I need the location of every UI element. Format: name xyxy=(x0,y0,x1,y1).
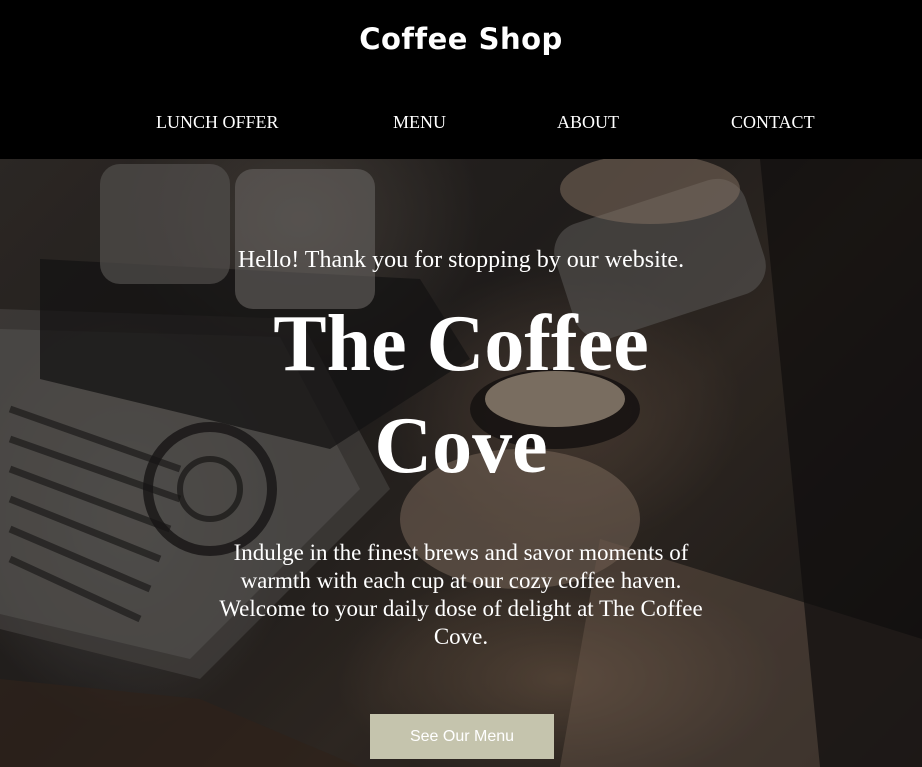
hero-greeting: Hello! Thank you for stopping by our web… xyxy=(237,247,685,273)
hero-section: Hello! Thank you for stopping by our web… xyxy=(0,159,922,767)
see-our-menu-button[interactable]: See Our Menu xyxy=(370,714,554,759)
hero-title: The Coffee Cove xyxy=(273,300,649,490)
site-header: Coffee Shop LUNCH OFFER MENU ABOUT CONTA… xyxy=(0,0,922,159)
nav-item-about[interactable]: ABOUT xyxy=(557,112,619,133)
page: Coffee Shop LUNCH OFFER MENU ABOUT CONTA… xyxy=(0,0,922,767)
nav-item-contact[interactable]: CONTACT xyxy=(731,112,815,133)
site-logo-text[interactable]: Coffee Shop xyxy=(0,22,922,56)
nav-item-menu[interactable]: MENU xyxy=(393,112,446,133)
main-nav: LUNCH OFFER MENU ABOUT CONTACT xyxy=(0,112,922,136)
nav-item-lunch-offer[interactable]: LUNCH OFFER xyxy=(156,112,279,133)
hero-description: Indulge in the finest brews and savor mo… xyxy=(219,540,703,649)
